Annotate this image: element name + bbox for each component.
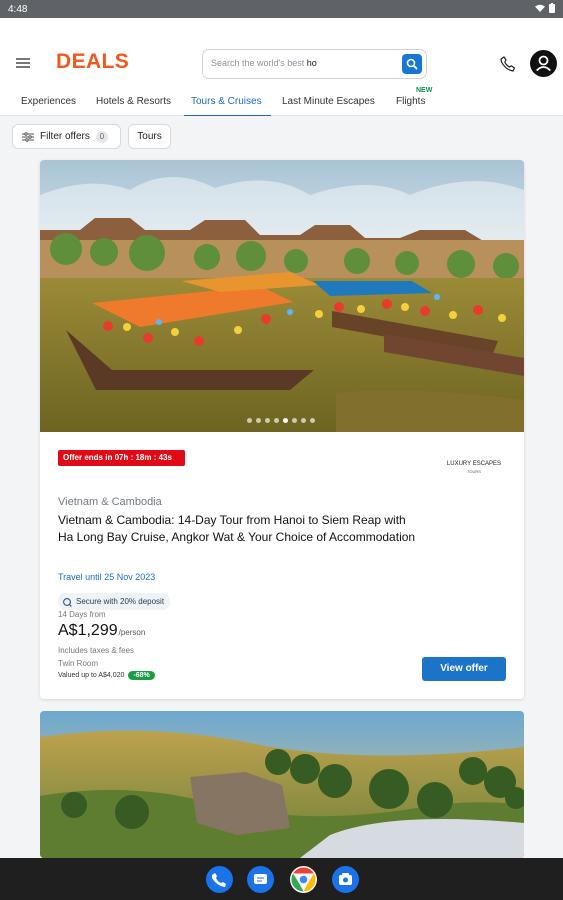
search-icon <box>406 58 418 70</box>
carousel-dot[interactable] <box>247 418 252 423</box>
valued-price: Valued up to A$4,020 -68% <box>58 671 155 680</box>
carousel-dot[interactable] <box>292 418 297 423</box>
taxes-note: Includes taxes & fees <box>58 646 135 655</box>
carousel-dot[interactable] <box>265 418 270 423</box>
duration-label: 14 Days from <box>58 610 106 619</box>
offer-card[interactable]: Offer ends in 07h : 18m : 43s LUXURY ESC… <box>40 160 524 699</box>
nav-phone-icon[interactable] <box>206 866 233 893</box>
deposit-icon <box>63 597 72 607</box>
wifi-icon <box>535 4 545 15</box>
status-time: 4:48 <box>8 3 28 15</box>
landscape-image <box>40 711 524 858</box>
search-text[interactable]: Search the world's best ho <box>211 58 317 68</box>
filter-offers-button[interactable]: Filter offers 0 <box>12 124 121 149</box>
filter-icon <box>22 131 34 142</box>
new-badge: NEW <box>416 87 433 94</box>
tab-tours-cruises[interactable]: Tours & Cruises <box>191 96 262 107</box>
next-offer-card-image[interactable] <box>40 711 524 858</box>
travel-until: Travel until 25 Nov 2023 <box>58 572 156 582</box>
offer-title[interactable]: Vietnam & Cambodia: 14-Day Tour from Han… <box>58 512 420 546</box>
tab-flights[interactable]: Flights <box>396 96 425 107</box>
carousel-dot[interactable] <box>301 418 306 423</box>
nav-chrome-icon[interactable] <box>290 866 317 893</box>
filter-bar: Filter offers 0 Tours <box>0 116 563 160</box>
tab-experiences[interactable]: Experiences <box>21 96 76 107</box>
discount-badge: -68% <box>128 671 155 680</box>
tours-filter-label: Tours <box>137 131 162 142</box>
deposit-badge: Secure with 20% deposit <box>58 593 171 610</box>
partner-logo: LUXURY ESCAPES TOURS <box>446 461 502 474</box>
carousel-dot[interactable] <box>256 418 261 423</box>
category-tabs: Experiences Hotels & Resorts Tours & Cru… <box>0 87 563 117</box>
phone-icon[interactable] <box>500 56 516 72</box>
battery-icon <box>549 2 555 16</box>
status-icons <box>535 2 555 16</box>
offer-location: Vietnam & Cambodia <box>58 496 162 508</box>
filter-offers-label: Filter offers <box>40 131 90 142</box>
tab-hotels-resorts[interactable]: Hotels & Resorts <box>96 96 171 107</box>
account-icon[interactable] <box>530 50 557 77</box>
nav-messages-icon[interactable] <box>247 866 274 893</box>
carousel-dots[interactable] <box>247 418 315 423</box>
deals-logo[interactable]: DEALS <box>56 50 129 74</box>
nav-camera-icon[interactable] <box>332 866 359 893</box>
status-bar: 4:48 <box>0 0 563 18</box>
android-navigation-bar <box>0 858 563 900</box>
carousel-dot[interactable] <box>274 418 279 423</box>
menu-icon[interactable] <box>16 58 32 70</box>
app-header: DEALS Search the world's best ho Experie… <box>0 18 563 117</box>
carousel-dot[interactable] <box>310 418 315 423</box>
offer-image-carousel[interactable] <box>40 160 524 432</box>
offer-timer-badge: Offer ends in 07h : 18m : 43s <box>58 450 185 466</box>
view-offer-button[interactable]: View offer <box>422 657 506 681</box>
price: A$1,299/person <box>58 622 146 639</box>
carousel-dot-active[interactable] <box>283 418 288 423</box>
deposit-text: Secure with 20% deposit <box>76 597 165 606</box>
tours-filter-button[interactable]: Tours <box>128 124 171 149</box>
vietnam-boats-image <box>40 160 524 432</box>
tab-last-minute-escapes[interactable]: Last Minute Escapes <box>282 96 375 107</box>
filter-count-badge: 0 <box>95 130 108 143</box>
room-type: Twin Room <box>58 659 99 668</box>
search-button[interactable] <box>402 54 422 74</box>
search-input[interactable]: Search the world's best ho <box>202 49 427 79</box>
